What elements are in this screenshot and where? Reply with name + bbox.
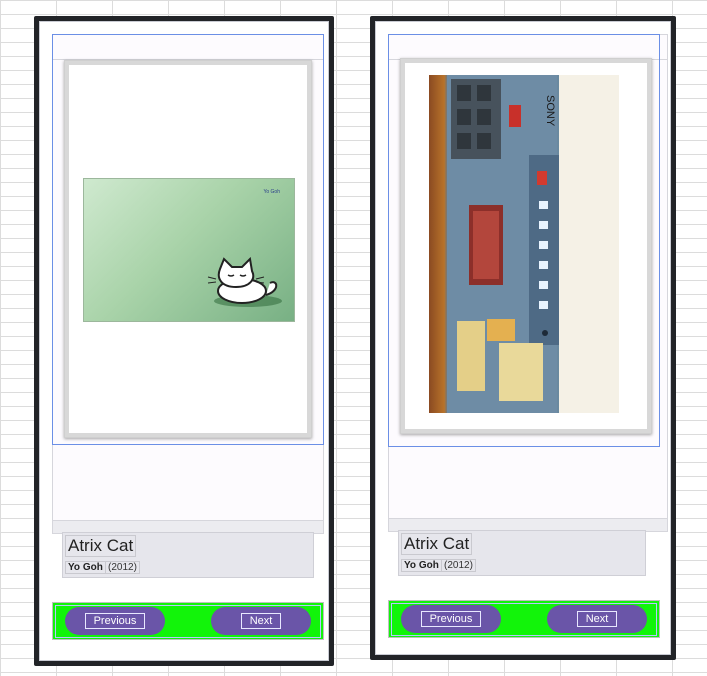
- artwork-card[interactable]: Yo Goh: [64, 60, 312, 438]
- top-bar: [52, 34, 324, 60]
- svg-text:SONY: SONY: [544, 95, 556, 127]
- info-panel: Atrix Cat Yo Goh (2012): [398, 530, 646, 576]
- nav-bar: Previous Next: [52, 602, 324, 640]
- artwork-card[interactable]: SONY: [400, 58, 652, 434]
- screen: Yo Goh Atrix Cat Yo Goh (2012) Previous …: [39, 21, 329, 661]
- previous-button[interactable]: Previous: [401, 605, 501, 633]
- item-title: Atrix Cat: [401, 533, 473, 555]
- previous-button[interactable]: Previous: [65, 607, 165, 635]
- item-author: Yo Goh: [65, 561, 106, 574]
- image-caption: Yo Goh: [263, 189, 281, 195]
- item-author: Yo Goh: [401, 559, 442, 572]
- next-button[interactable]: Next: [211, 607, 311, 635]
- nav-bar: Previous Next: [388, 600, 660, 638]
- info-panel: Atrix Cat Yo Goh (2012): [62, 532, 314, 578]
- item-year: (2012): [105, 561, 140, 574]
- cat-illustration: [207, 257, 282, 307]
- photo-image: SONY: [429, 75, 619, 413]
- next-button-label: Next: [240, 613, 282, 629]
- device-photo: SONY: [447, 75, 619, 413]
- next-button-label: Next: [576, 611, 618, 627]
- device-right: SONY Atrix Cat Yo Goh (2012) Previous Ne…: [370, 16, 676, 660]
- item-year: (2012): [441, 559, 476, 572]
- next-button[interactable]: Next: [547, 605, 647, 633]
- screen: SONY Atrix Cat Yo Goh (2012) Previous Ne…: [375, 21, 671, 655]
- previous-button-label: Previous: [84, 613, 146, 629]
- artwork-image: Yo Goh: [83, 178, 295, 322]
- item-title: Atrix Cat: [65, 535, 137, 557]
- previous-button-label: Previous: [420, 611, 482, 627]
- top-bar: [388, 34, 668, 60]
- device-left: Yo Goh Atrix Cat Yo Goh (2012) Previous …: [34, 16, 334, 666]
